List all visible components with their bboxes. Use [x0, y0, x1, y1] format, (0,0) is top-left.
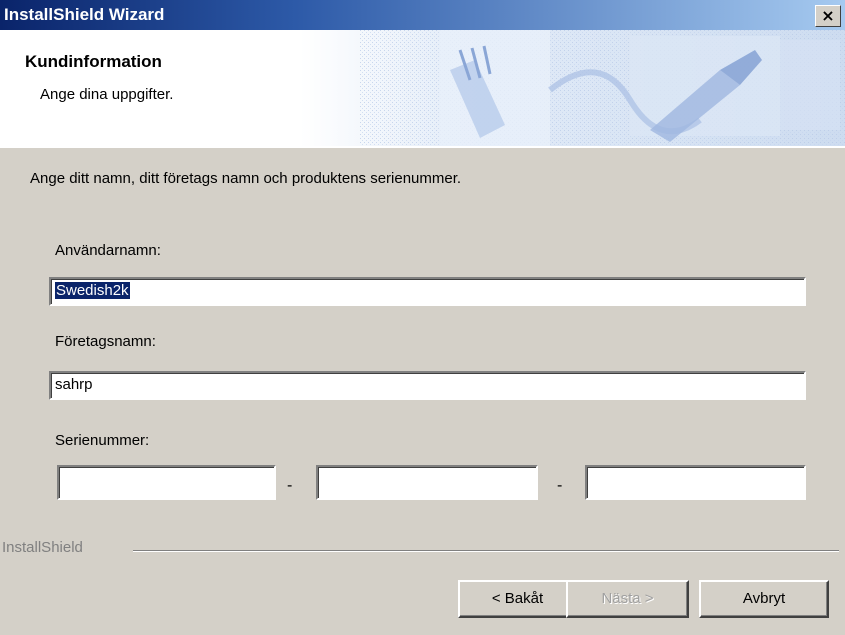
back-button[interactable]: < Bakåt [458, 580, 577, 618]
username-value: Swedish2k [55, 282, 130, 299]
username-input[interactable]: Swedish2k [49, 277, 806, 306]
instruction-text: Ange ditt namn, ditt företags namn och p… [30, 170, 462, 187]
serial-separator: - [287, 477, 293, 494]
close-button[interactable]: × [815, 5, 841, 27]
serial-separator: - [557, 477, 563, 494]
serial-input-3[interactable] [585, 465, 806, 500]
serial-label: Serienummer: [55, 432, 150, 449]
window-title: InstallShield Wizard [4, 5, 165, 24]
next-button[interactable]: Nästa > [566, 580, 689, 618]
banner-decoration-icon [300, 30, 845, 146]
company-input[interactable]: sahrp [49, 371, 806, 400]
company-label: Företagsnamn: [55, 333, 156, 350]
title-bar[interactable]: InstallShield Wizard × [0, 0, 845, 30]
wizard-header: Kundinformation Ange dina uppgifter. [0, 30, 845, 147]
header-divider [0, 146, 845, 148]
brand-label: InstallShield [2, 539, 83, 556]
serial-input-1[interactable] [57, 465, 276, 500]
footer-divider [133, 550, 839, 552]
username-label: Användarnamn: [55, 242, 161, 259]
serial-input-2[interactable] [316, 465, 538, 500]
page-title: Kundinformation [25, 52, 162, 71]
cancel-button[interactable]: Avbryt [699, 580, 829, 618]
page-subtitle: Ange dina uppgifter. [40, 86, 174, 103]
